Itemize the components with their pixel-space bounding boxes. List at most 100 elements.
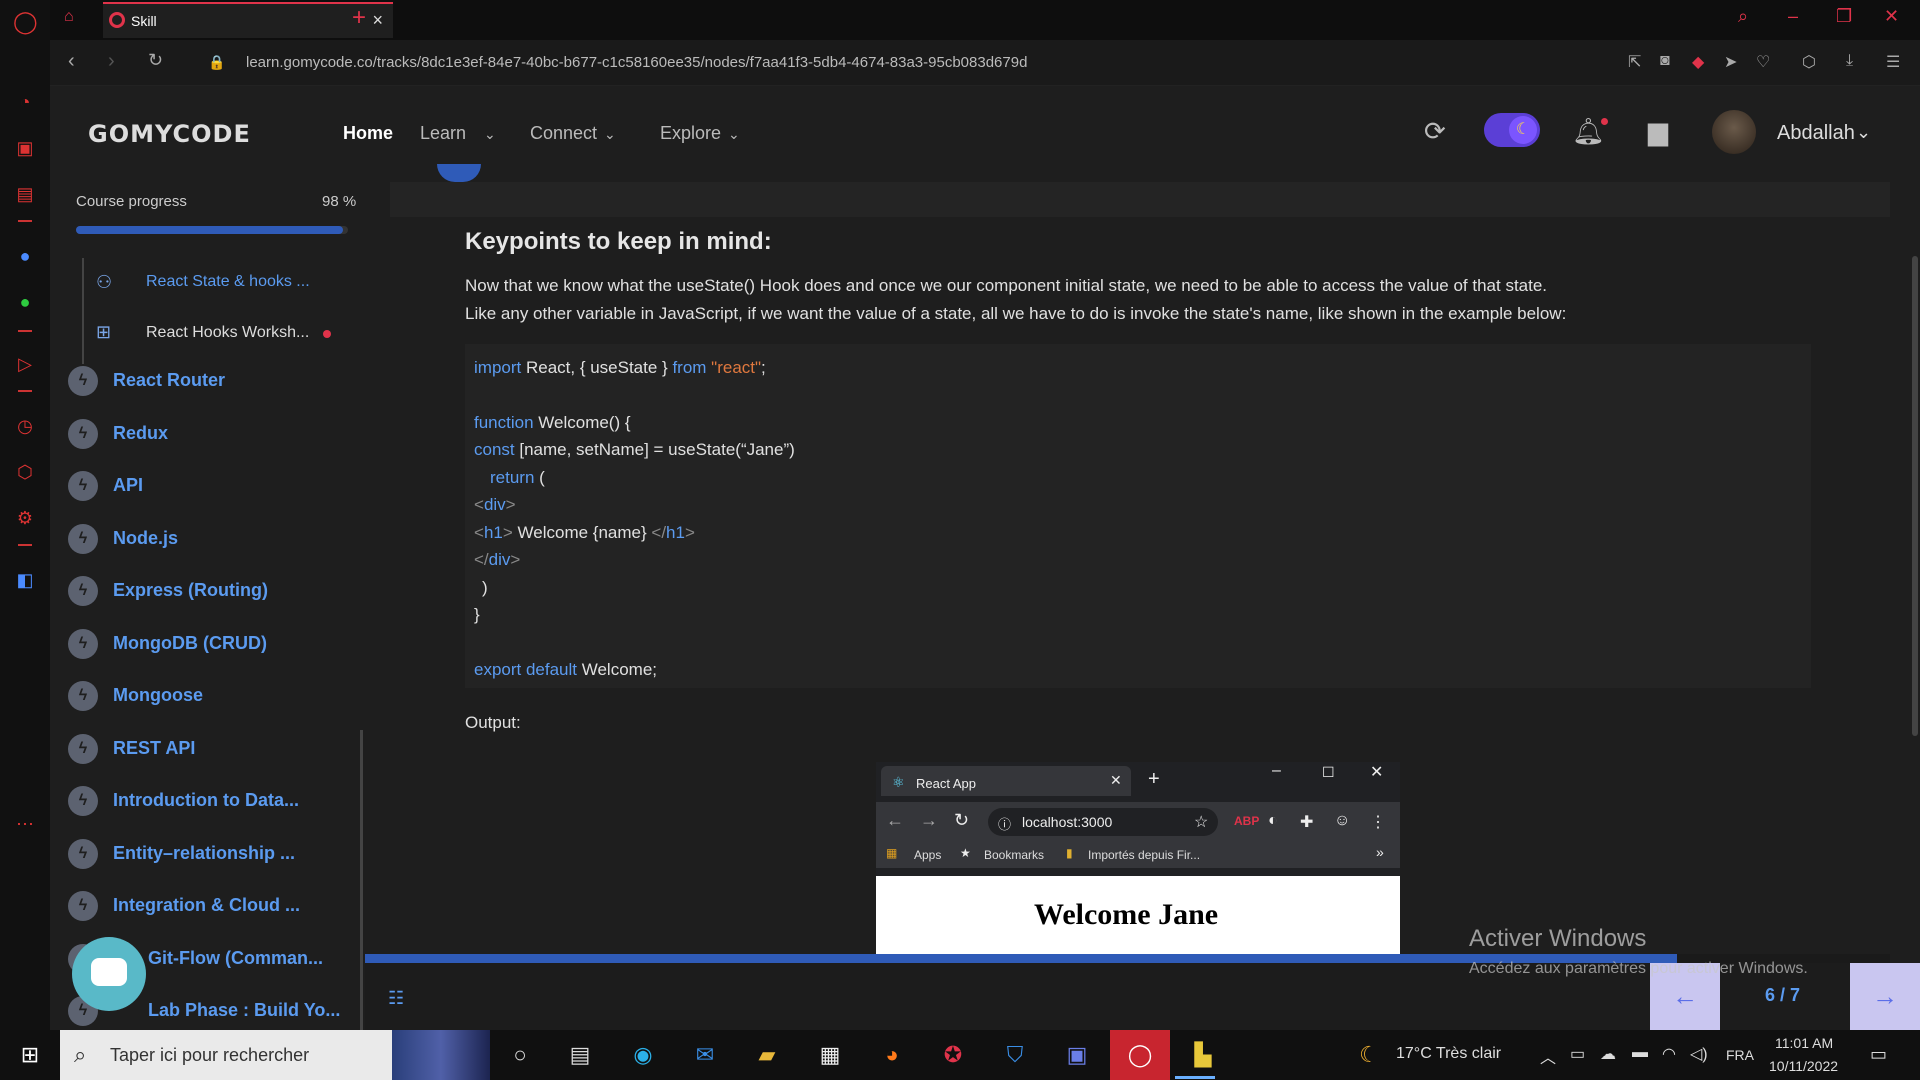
avatar[interactable] (1712, 110, 1756, 154)
sidebar-module-item[interactable]: Introduction to Data... (113, 790, 299, 811)
tray-chevron-icon[interactable]: ︿ (1540, 1044, 1556, 1068)
sync-icon[interactable]: ⟳ (1424, 116, 1446, 147)
language-indicator[interactable]: FRA (1726, 1047, 1754, 1063)
lightning-icon: ϟ (68, 891, 98, 921)
minimize-icon[interactable]: – (1788, 6, 1798, 27)
bookmark-item: Bookmarks (984, 848, 1045, 862)
easy-setup-icon[interactable]: ☰ (1886, 52, 1900, 72)
translate-icon[interactable]: ◧ (13, 568, 37, 592)
support-chat-button[interactable] (72, 937, 146, 1011)
cloud-icon[interactable]: ☁ (1600, 1044, 1616, 1064)
history-icon[interactable]: ◷ (13, 414, 37, 438)
sidebar-scrollbar[interactable] (360, 730, 363, 1030)
lightning-icon: ϟ (68, 733, 98, 764)
task-view-icon[interactable]: ▤ (565, 1040, 595, 1070)
forward-icon[interactable]: › (108, 50, 115, 73)
course-progress-label: Course progress (76, 193, 187, 210)
outline-list-icon[interactable]: ☷ (388, 988, 404, 1009)
sidebar-module-item[interactable]: Redux (113, 423, 168, 444)
new-tab-icon[interactable]: + (352, 4, 366, 32)
lightning-icon: ϟ (68, 471, 98, 501)
course-progress-fill (76, 226, 343, 234)
clock-date[interactable]: 10/11/2022 (1769, 1058, 1838, 1074)
notifications-icon[interactable]: ▭ (1870, 1044, 1887, 1065)
opera-logo-icon[interactable]: ◯ (13, 10, 38, 34)
content-scrollbar[interactable] (1912, 256, 1918, 736)
url-field[interactable]: learn.gomycode.co/tracks/8dc1e3ef-84e7-4… (246, 54, 1027, 71)
restore-icon[interactable]: ❐ (1836, 6, 1852, 27)
teams-icon[interactable]: ▣ (1062, 1040, 1092, 1070)
store-icon[interactable]: ▦ (815, 1040, 845, 1070)
course-progress-bar (76, 226, 348, 234)
nav-connect[interactable]: Connect (530, 123, 597, 144)
sidebar-module-item[interactable]: REST API (113, 738, 195, 759)
sidebar-module-item[interactable]: Mongoose (113, 685, 203, 706)
nav-explore[interactable]: Explore (660, 123, 721, 144)
sidebar-module-item[interactable]: Node.js (113, 528, 178, 549)
reload-icon[interactable]: ↻ (148, 50, 163, 71)
gomycode-logo[interactable]: GOMYCODE (88, 120, 251, 148)
wifi-icon[interactable]: ◠ (1662, 1044, 1676, 1064)
sidebar-module-item[interactable]: Express (Routing) (113, 580, 268, 601)
player-icon[interactable]: ▷ (13, 352, 37, 376)
dark-mode-toggle[interactable]: ☾ (1484, 113, 1540, 147)
firefox-icon[interactable]: ◕ (877, 1040, 907, 1070)
nav-learn[interactable]: Learn (420, 123, 466, 144)
sidebar-module-item[interactable]: React Router (113, 370, 225, 391)
send-icon[interactable]: ➤ (1724, 52, 1737, 72)
chevron-down-icon[interactable]: ⌄ (1856, 122, 1871, 143)
browser-tab[interactable]: Skill × (103, 2, 393, 38)
chevron-down-icon[interactable]: ⌄ (728, 126, 740, 143)
cortana-icon[interactable]: ○ (505, 1040, 535, 1070)
close-tab-icon[interactable]: × (372, 10, 383, 31)
nav-home[interactable]: Home (343, 123, 393, 144)
shield-icon[interactable]: ⛉ (1000, 1040, 1030, 1070)
sidebar-module-item[interactable]: Integration & Cloud ... (113, 895, 300, 916)
camera-icon[interactable]: ◙ (1660, 52, 1670, 70)
back-icon[interactable]: ‹ (68, 50, 75, 73)
whatsapp-icon[interactable]: ● (13, 290, 37, 314)
sidebar-module-item[interactable]: Entity–relationship ... (113, 843, 295, 864)
sidebar-module-item[interactable]: API (113, 475, 143, 496)
heart-icon[interactable]: ♡ (1756, 52, 1770, 72)
code-line: ) (482, 578, 488, 597)
tray-app-icon[interactable]: ▭ (1570, 1044, 1585, 1064)
settings-gear-icon[interactable]: ⚙ (13, 506, 37, 530)
battery-icon[interactable]: ▬ (1632, 1044, 1648, 1062)
mail-icon[interactable]: ✉ (690, 1040, 720, 1070)
opera-icon: ◯ (1127, 1042, 1153, 1067)
chevron-down-icon[interactable]: ⌄ (604, 126, 616, 143)
windows-start-icon[interactable]: ⊞ (15, 1040, 45, 1070)
sticky-icon[interactable]: ▙ (1188, 1040, 1218, 1070)
sidebar-sub-item[interactable]: React State & hooks ... (146, 273, 310, 291)
search-tabs-icon[interactable]: ⌕ (1738, 6, 1748, 27)
twitch-icon[interactable]: ▤ (13, 182, 37, 206)
edge-icon[interactable]: ◉ (628, 1040, 658, 1070)
chat-icon[interactable]: ▆ (1648, 116, 1668, 147)
sidebar-sub-item[interactable]: React Hooks Worksh... (146, 324, 309, 342)
next-button[interactable]: → (1850, 963, 1920, 1030)
sidebar-module-item[interactable]: Git-Flow (Comman... (148, 948, 323, 969)
more-icon[interactable]: ⋯ (13, 812, 37, 836)
close-window-icon[interactable]: ✕ (1884, 6, 1899, 27)
code-line: } (474, 605, 480, 624)
extensions-icon[interactable]: ⬡ (13, 460, 37, 484)
weather-text[interactable]: 17°C Très clair (1396, 1045, 1501, 1063)
file-explorer-icon[interactable]: ▰ (752, 1040, 782, 1070)
gamepad-icon[interactable]: ⌂ (64, 8, 74, 26)
clock-time[interactable]: 11:01 AM (1775, 1035, 1833, 1051)
download-icon[interactable]: ⤓ (1846, 52, 1853, 70)
workspace-icon[interactable]: ▣ (13, 136, 37, 160)
messenger-icon[interactable]: ● (13, 244, 37, 268)
adblock-shield-icon[interactable]: ◆ (1692, 52, 1704, 72)
share-icon[interactable]: ⇱ (1628, 52, 1641, 72)
lightning-icon: ϟ (68, 786, 98, 816)
sidebar-module-item[interactable]: MongoDB (CRUD) (113, 633, 267, 654)
username[interactable]: Abdallah (1777, 122, 1855, 145)
speed-dial-icon[interactable]: ◔ (13, 90, 37, 114)
app-icon[interactable]: ✪ (938, 1040, 968, 1070)
cube-icon[interactable]: ⬡ (1802, 52, 1816, 72)
volume-icon[interactable]: ◁) (1690, 1044, 1708, 1064)
chevron-down-icon[interactable]: ⌄ (484, 126, 496, 143)
sidebar-module-item[interactable]: Lab Phase : Build Yo... (148, 1000, 340, 1021)
